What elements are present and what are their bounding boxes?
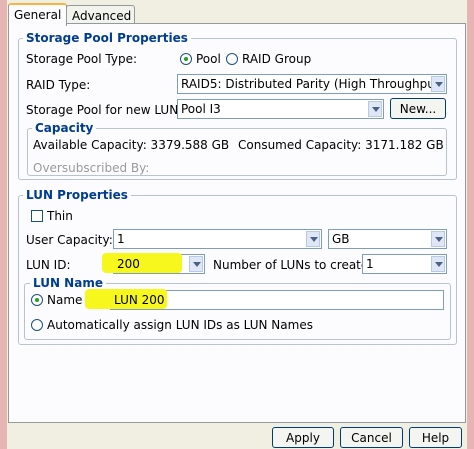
pool-radio[interactable] — [180, 53, 192, 65]
window-border-right — [467, 0, 474, 449]
chevron-down-icon[interactable] — [306, 231, 320, 247]
num-luns-label: Number of LUNs to create: — [213, 258, 373, 272]
lun-name-value: LUN 200 — [114, 293, 165, 307]
pool-for-lun-label: Storage Pool for new LUN: — [26, 103, 183, 117]
storage-pool-type-label: Storage Pool Type: — [26, 52, 138, 66]
raid-group-radio-label[interactable]: RAID Group — [242, 52, 311, 66]
pool-radio-label[interactable]: Pool — [196, 52, 221, 66]
capacity-legend: Capacity — [32, 121, 97, 135]
thin-checkbox[interactable] — [31, 210, 43, 222]
lun-id-highlight — [102, 253, 182, 273]
chevron-down-icon[interactable] — [431, 256, 445, 272]
chevron-down-icon[interactable] — [368, 101, 382, 117]
auto-assign-label[interactable]: Automatically assign LUN IDs as LUN Name… — [47, 318, 313, 332]
lun-id-label: LUN ID: — [26, 258, 71, 272]
help-button[interactable]: Help — [409, 427, 462, 448]
new-pool-button-label: New... — [399, 102, 437, 116]
cancel-button-label: Cancel — [351, 431, 392, 445]
raid-type-dropdown[interactable]: RAID5: Distributed Parity (High Throughp… — [177, 74, 447, 94]
num-luns-value: 1 — [366, 257, 374, 271]
chevron-down-icon[interactable] — [189, 256, 203, 272]
chevron-down-icon[interactable] — [431, 231, 445, 247]
tab-advanced[interactable]: Advanced — [66, 5, 135, 24]
tab-general-label: General — [14, 8, 62, 22]
user-capacity-value: 1 — [117, 232, 125, 246]
consumed-capacity-text: Consumed Capacity: 3171.182 GB — [238, 138, 444, 152]
auto-assign-radio[interactable] — [31, 319, 43, 331]
thin-label[interactable]: Thin — [47, 209, 73, 223]
raid-group-radio[interactable] — [226, 53, 238, 65]
tab-general[interactable]: General — [8, 3, 67, 26]
capacity-unit-value: GB — [332, 232, 350, 246]
tab-advanced-label: Advanced — [72, 9, 132, 23]
oversubscribed-label: Oversubscribed By: — [33, 161, 150, 175]
lun-name-input[interactable]: LUN 200 — [85, 289, 444, 310]
lun-properties-legend: LUN Properties — [23, 188, 131, 202]
chevron-down-icon[interactable] — [431, 76, 445, 92]
user-capacity-label: User Capacity: — [26, 233, 113, 247]
lun-id-dropdown[interactable]: 200 — [102, 253, 205, 274]
window-border-left — [0, 0, 7, 449]
name-radio[interactable] — [31, 294, 43, 306]
lun-name-legend: LUN Name — [30, 276, 106, 290]
raid-type-label: RAID Type: — [26, 78, 91, 92]
name-radio-label[interactable]: Name — [47, 293, 82, 307]
lun-id-value: 200 — [117, 257, 140, 271]
apply-button-label: Apply — [286, 431, 320, 445]
cancel-button[interactable]: Cancel — [340, 427, 403, 448]
raid-type-value: RAID5: Distributed Parity (High Throughp… — [181, 77, 445, 91]
storage-pool-legend: Storage Pool Properties — [23, 31, 191, 45]
pool-for-lun-value: Pool I3 — [181, 102, 221, 116]
apply-button[interactable]: Apply — [272, 427, 334, 448]
num-luns-dropdown[interactable]: 1 — [362, 254, 447, 274]
new-pool-button[interactable]: New... — [390, 98, 446, 119]
user-capacity-input[interactable]: 1 — [113, 229, 322, 249]
help-button-label: Help — [421, 431, 450, 445]
capacity-unit-dropdown[interactable]: GB — [328, 229, 447, 249]
available-capacity-text: Available Capacity: 3379.588 GB — [33, 138, 230, 152]
pool-for-lun-dropdown[interactable]: Pool I3 — [177, 99, 384, 119]
